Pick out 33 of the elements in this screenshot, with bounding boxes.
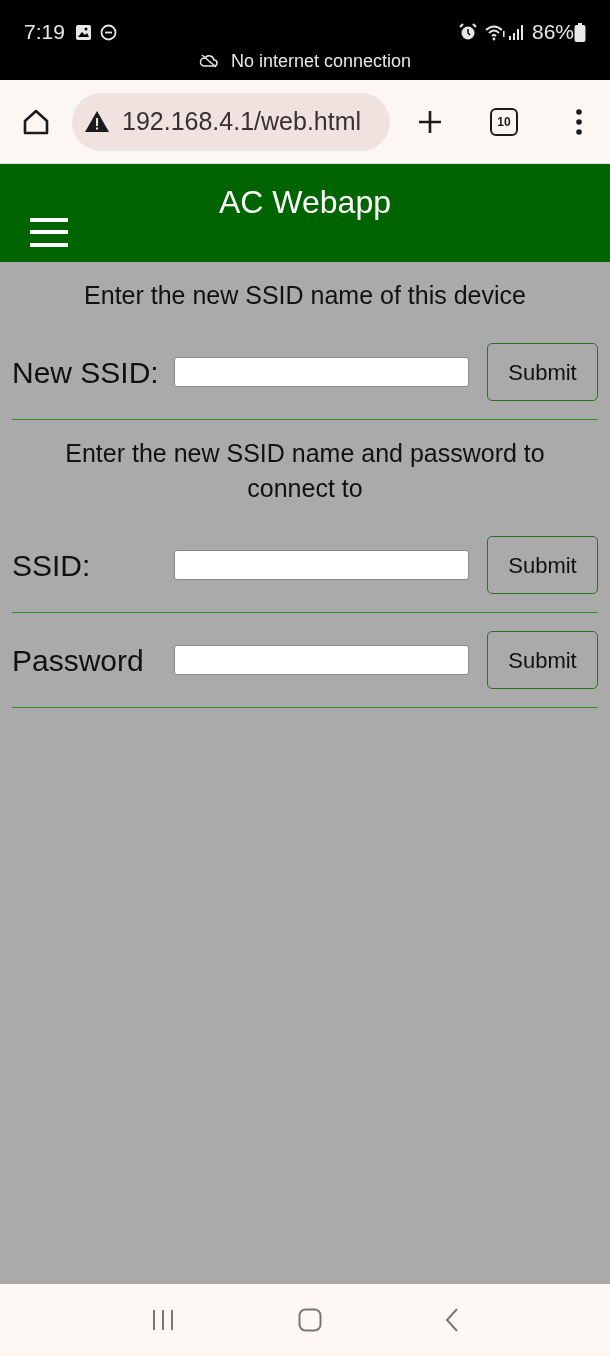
app-title: AC Webapp [218,183,392,222]
submit-button[interactable]: Submit [487,536,598,594]
cloud-off-icon [198,54,219,68]
tab-count-button[interactable]: 10 [490,107,518,136]
menu-icon[interactable] [30,218,68,247]
battery-percentage: 86% [531,19,574,46]
field-label: Password [12,642,145,679]
status-time: 7:19 [24,19,65,46]
text-input[interactable] [174,357,469,387]
field-label: New SSID: [12,354,160,391]
recent-apps-icon[interactable] [151,1308,176,1332]
alarm-icon [458,23,477,41]
home-icon[interactable] [22,107,50,136]
text-input[interactable] [174,550,469,580]
image-icon [74,23,92,41]
address-bar[interactable]: 192.168.4.1/web.html [72,92,390,151]
plus-icon[interactable] [418,109,442,134]
warning-icon [84,110,110,133]
back-icon[interactable] [444,1308,459,1332]
submit-button[interactable]: Submit [487,631,598,689]
section-instruction: Enter the new SSID name of this device [83,280,527,311]
connection-notice: No internet connection [230,49,412,73]
url-text: 192.168.4.1/web.html [122,105,362,137]
do-not-disturb-icon [99,23,117,41]
battery-icon [574,22,586,42]
more-options-icon[interactable] [576,108,582,135]
submit-button[interactable]: Submit [487,343,598,401]
section-instruction: Enter the new SSID name and password to connect to [64,438,546,504]
home-button-icon[interactable] [298,1308,322,1332]
wifi-icon [484,23,505,41]
text-input[interactable] [174,645,469,675]
signal-icon [507,24,524,40]
field-label: SSID: [12,547,92,584]
